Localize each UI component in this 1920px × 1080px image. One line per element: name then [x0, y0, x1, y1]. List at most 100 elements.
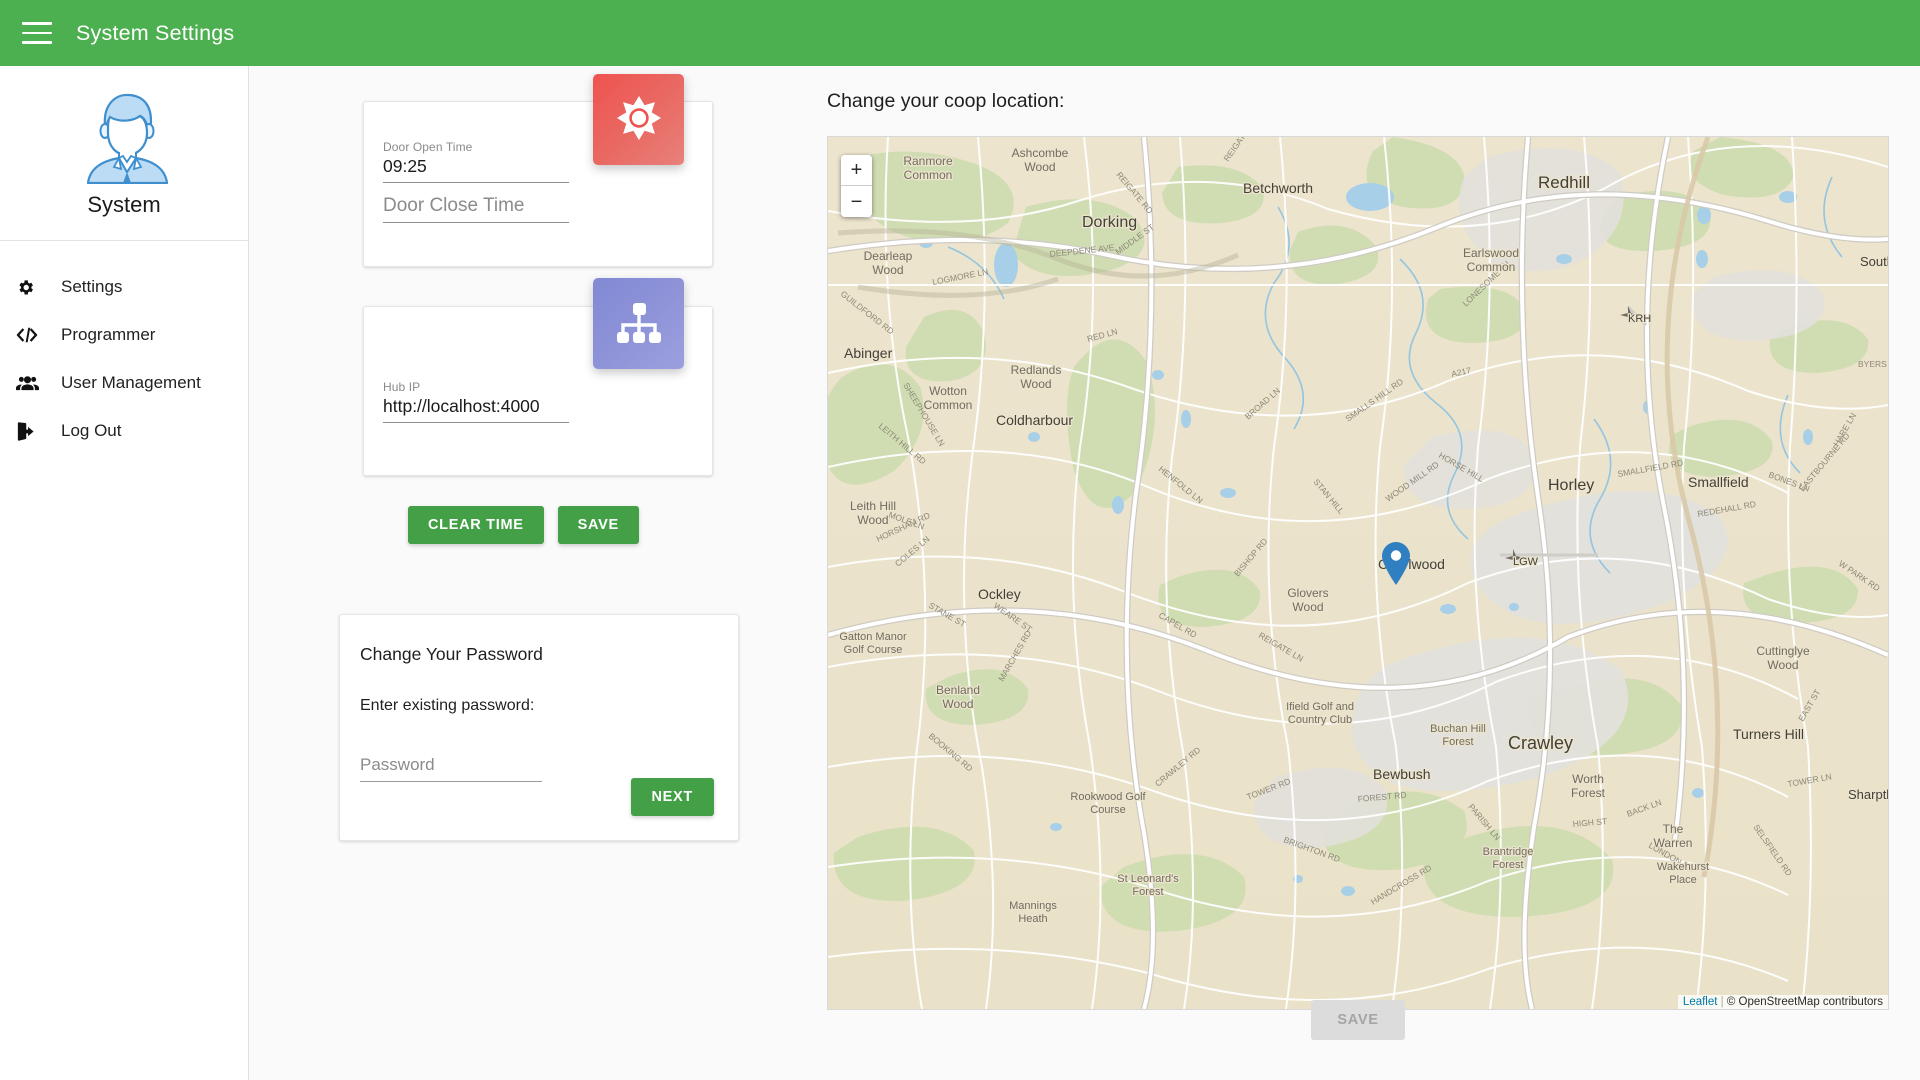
map-place-label: Common	[924, 398, 973, 412]
map-place-label: Brantridge	[1483, 846, 1534, 858]
map-place-label: Smallfield	[1688, 474, 1749, 490]
map-road-label: SELSFIELD RD	[1751, 822, 1794, 877]
map-place-label: Turners Hill	[1733, 726, 1804, 742]
hamburger-menu-icon[interactable]	[22, 22, 52, 44]
code-icon	[16, 323, 46, 347]
map-place-label: Ockley	[978, 586, 1021, 602]
attribution-separator: |	[1720, 996, 1724, 1008]
map-road-label: BRIGHTON RD	[1282, 834, 1341, 864]
map-road-label: BISHOP RD	[1232, 536, 1270, 578]
hub-ip-value[interactable]: http://localhost:4000	[383, 396, 569, 423]
map-place-label: Heath	[1018, 913, 1047, 925]
map-road-label: DEEPDENE AVE	[1049, 242, 1115, 259]
map-place-label: Wood	[857, 513, 888, 527]
osm-credit: © OpenStreetMap contributors	[1726, 996, 1883, 1008]
page-title: System Settings	[76, 20, 235, 45]
map-zoom-out-button[interactable]: −	[841, 186, 872, 217]
map-place-label: Leith Hill	[850, 499, 896, 513]
map-place-label: Worth	[1572, 772, 1604, 786]
coop-location-marker[interactable]	[1381, 542, 1411, 591]
map-road-label: CAPEL RD	[1157, 610, 1199, 640]
change-password-title: Change Your Password	[360, 644, 543, 664]
save-time-button[interactable]: SAVE	[557, 506, 639, 544]
sidebar-item-user-management[interactable]: User Management	[0, 359, 248, 407]
map-place-label: Forest	[1132, 886, 1163, 898]
map-place-label: Wood	[942, 697, 973, 711]
hub-ip-field[interactable]: Hub IP http://localhost:4000	[383, 380, 569, 423]
map-place-label: Forest	[1571, 786, 1606, 800]
map-place-label: St Leonard's	[1117, 873, 1179, 885]
map-place-label: Ifield Golf and	[1286, 701, 1354, 713]
sidebar-item-settings[interactable]: Settings	[0, 263, 248, 311]
door-close-time-field[interactable]: Door Close Time	[383, 195, 569, 223]
sun-badge	[593, 74, 684, 165]
map-place-label: Dearleap	[864, 249, 913, 263]
map-place-label: Forest	[1492, 859, 1523, 871]
map-place-label: Wood	[1767, 658, 1798, 672]
map-road-label: REIGATE RD	[1221, 137, 1259, 163]
map-road-label: GUILDFORD RD	[839, 289, 896, 337]
map-place-label: Forest	[1442, 736, 1473, 748]
map-road-label: A217	[1450, 365, 1472, 379]
logout-icon	[16, 419, 46, 443]
map-place-label: Dorking	[1082, 214, 1137, 231]
users-icon	[16, 371, 46, 395]
map-place-label: Earlswood	[1463, 246, 1519, 260]
clear-time-button[interactable]: CLEAR TIME	[408, 506, 544, 544]
map-road-label: STANE ST	[927, 600, 967, 629]
map-place-label: Wood	[872, 263, 903, 277]
sidebar-item-label: Programmer	[61, 325, 156, 344]
sidebar-item-log-out[interactable]: Log Out	[0, 407, 248, 455]
password-next-button[interactable]: NEXT	[630, 778, 714, 816]
map-place-label: Betchworth	[1243, 180, 1313, 196]
map-place-label: Horley	[1548, 477, 1594, 494]
settings-page: System Settings System Settings Programm…	[0, 0, 1920, 1080]
map-road-label: SMALLS HILL RD	[1343, 376, 1405, 423]
coop-location-map[interactable]: + − REIGATE RD REIGATE RD MIDDLE ST DEEPDEN…	[827, 136, 1889, 1010]
map-panel: Change your coop location: + − REIGATE R…	[827, 66, 1897, 1010]
map-title: Change your coop location:	[827, 90, 1065, 112]
door-close-time-placeholder[interactable]: Door Close Time	[383, 195, 569, 223]
hub-ip-label: Hub IP	[383, 380, 421, 394]
map-place-label: Benland	[936, 683, 980, 697]
map-road-label: BONES LN	[1767, 469, 1811, 493]
map-place-label: Abinger	[844, 345, 893, 361]
sidebar: System Settings Programmer User Manageme…	[0, 66, 249, 1080]
avatar	[0, 66, 248, 184]
map-zoom-in-button[interactable]: +	[841, 155, 872, 186]
map-road-label: RED LN	[1086, 326, 1119, 344]
sidebar-item-programmer[interactable]: Programmer	[0, 311, 248, 359]
map-place-label: Golf Course	[844, 644, 903, 656]
map-road-label: REIGATE LN	[1257, 630, 1305, 664]
door-open-time-field[interactable]: Door Open Time 09:25	[383, 140, 569, 183]
map-road-label: TOWER RD	[1245, 776, 1292, 802]
map-road-label: FOREST RD	[1357, 790, 1407, 804]
map-place-label: Redlands	[1011, 363, 1062, 377]
map-place-label: Ranmore	[903, 154, 953, 168]
hub-badge	[593, 278, 684, 369]
user-avatar-icon	[86, 93, 169, 184]
door-open-time-value[interactable]: 09:25	[383, 156, 569, 183]
map-place-label: Bewbush	[1373, 766, 1431, 782]
map-place-label: Common	[1467, 260, 1516, 274]
door-open-time-label: Door Open Time	[383, 140, 473, 154]
main-content: Door Open Time 09:25 Door Close Time Hub…	[249, 66, 1920, 1080]
sidebar-item-label: Log Out	[61, 421, 122, 440]
change-password-subtitle: Enter existing password:	[360, 697, 535, 714]
map-place-label: Wakehurst	[1657, 861, 1709, 873]
leaflet-link[interactable]: Leaflet	[1683, 996, 1718, 1008]
map-place-label: Country Club	[1288, 714, 1352, 726]
map-place-label: KRH	[1628, 313, 1651, 325]
map-road-label: W PARK RD	[1837, 558, 1882, 593]
sidebar-nav: Settings Programmer User Management Log …	[0, 241, 248, 455]
map-place-label: Wood	[1292, 600, 1323, 614]
map-place-label: Sharpthorne	[1848, 787, 1888, 802]
map-place-label: Mannings	[1009, 900, 1057, 912]
map-attribution: Leaflet | © OpenStreetMap contributors	[1677, 995, 1888, 1009]
password-input[interactable]: Password	[360, 755, 542, 782]
map-place-label: Redhill	[1538, 173, 1590, 192]
time-actions: CLEAR TIME SAVE	[408, 506, 639, 544]
map-place-label: Wood	[1024, 160, 1055, 174]
map-zoom-control[interactable]: + −	[841, 155, 872, 217]
sitemap-icon	[616, 302, 661, 343]
